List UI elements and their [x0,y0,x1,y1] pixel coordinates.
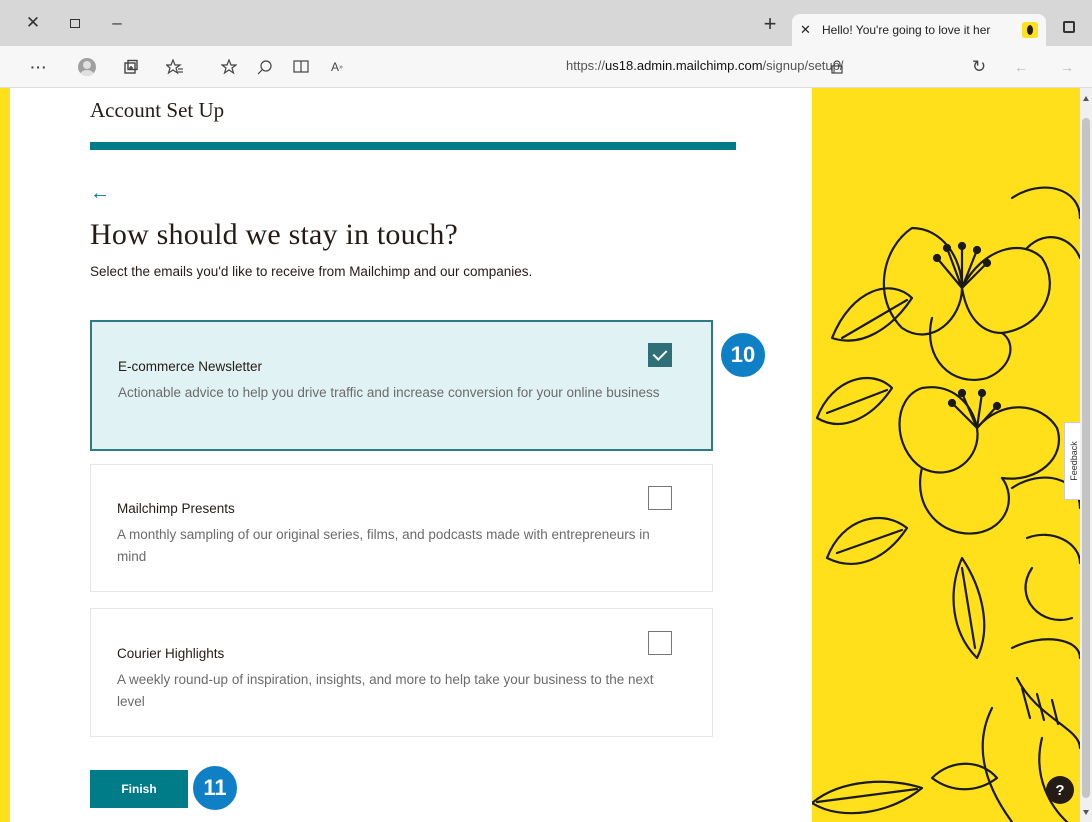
page-title: How should we stay in touch? [90,218,459,251]
option-description: Actionable advice to help you drive traf… [118,385,660,400]
option-description: A weekly round-up of inspiration, insigh… [117,672,654,709]
back-icon[interactable]: ← [1010,56,1032,78]
restore-icon[interactable] [62,10,88,36]
brand-stripe [0,88,10,822]
option-checkbox[interactable] [648,486,672,510]
tab-title: Hello! You're going to love it her [822,23,991,37]
option-name: Mailchimp Presents [117,501,235,516]
more-icon[interactable]: ··· [28,56,50,78]
close-icon[interactable]: ✕ [20,10,46,36]
floral-illustration [812,88,1080,822]
option-name: Courier Highlights [117,646,225,661]
immersive-reader-icon[interactable] [290,56,312,78]
step-badge-10: 10 [718,330,768,380]
read-aloud-icon[interactable]: A» [326,56,348,78]
scroll-up-icon[interactable] [1083,96,1089,101]
browser-titlebar: ✕ – + ✕ Hello! You're going to love it h… [0,0,1092,46]
option-card-ecommerce-newsletter[interactable]: E-commerce Newsletter Actionable advice … [90,320,713,451]
lock-icon[interactable] [826,56,848,78]
browser-toolbar: ··· A» https://us18.admin.mailchimp.com/… [0,46,1092,88]
help-button[interactable]: ? [1046,776,1074,804]
plus-icon[interactable]: + [756,10,784,38]
finish-button[interactable]: Finish [90,770,188,808]
tab-actions-icon[interactable] [1058,16,1080,38]
feedback-label: Feedback [1068,441,1079,481]
favorites-icon[interactable] [164,56,186,78]
mailchimp-favicon-icon [1022,22,1038,38]
option-checkbox[interactable] [648,343,672,367]
address-url[interactable]: https://us18.admin.mailchimp.com/signup/… [566,58,844,73]
signup-form: Account Set Up ← How should we stay in t… [10,88,812,822]
scroll-thumb[interactable] [1082,118,1090,798]
browser-tab[interactable]: ✕ Hello! You're going to love it her [792,14,1046,46]
minimize-icon[interactable]: – [104,10,130,36]
scroll-down-icon[interactable] [1083,810,1089,815]
page-viewport: Account Set Up ← How should we stay in t… [0,88,1092,822]
page-scrollbar[interactable] [1080,88,1092,822]
collections-icon[interactable] [120,56,142,78]
zoom-icon[interactable] [254,56,276,78]
progress-bar [90,142,736,150]
step-badge-11: 11 [190,763,240,813]
page-subtitle: Select the emails you'd like to receive … [90,264,533,279]
setup-title: Account Set Up [90,98,225,122]
forward-icon[interactable]: → [1056,56,1078,78]
option-description: A monthly sampling of our original serie… [117,527,650,564]
close-tab-icon[interactable]: ✕ [800,22,816,38]
option-name: E-commerce Newsletter [118,359,263,374]
back-arrow-icon[interactable]: ← [90,182,110,205]
refresh-icon[interactable]: ↻ [968,56,990,78]
option-card-courier-highlights[interactable]: Courier Highlights A weekly round-up of … [90,608,713,737]
add-favorite-icon[interactable] [218,56,240,78]
option-checkbox[interactable] [648,631,672,655]
profile-icon[interactable] [76,56,98,78]
option-card-mailchimp-presents[interactable]: Mailchimp Presents A monthly sampling of… [90,464,713,592]
